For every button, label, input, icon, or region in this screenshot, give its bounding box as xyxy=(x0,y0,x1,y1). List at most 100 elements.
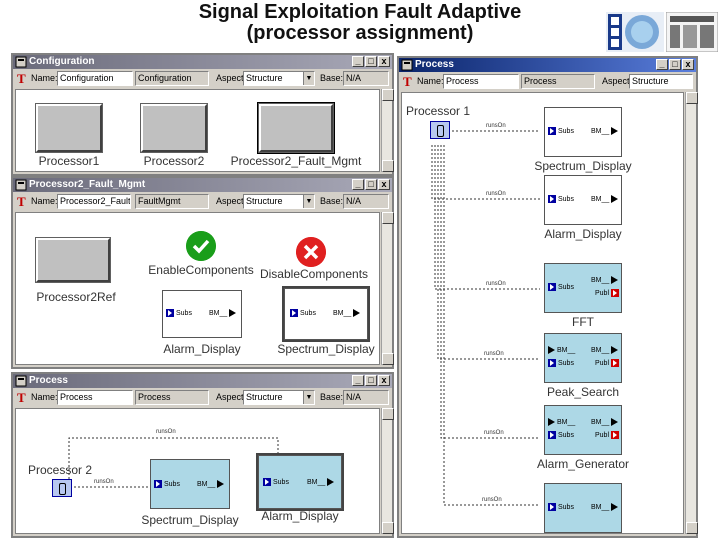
bm-port[interactable]: BM__ xyxy=(333,309,361,317)
bm-port[interactable]: BM__ xyxy=(591,276,619,284)
subs-port[interactable]: Subs xyxy=(548,195,574,203)
chevron-down-icon[interactable]: ▼ xyxy=(303,391,314,404)
vertical-scrollbar[interactable] xyxy=(685,92,698,534)
aspect-select[interactable]: Structure xyxy=(629,74,693,89)
alarm-display-component[interactable]: Subs BM__ xyxy=(256,453,344,511)
close-button[interactable]: x xyxy=(378,179,390,190)
base-field: N/A xyxy=(343,194,389,209)
bm-port[interactable]: BM__ xyxy=(591,346,619,354)
close-button[interactable]: x xyxy=(378,375,390,386)
output-port-icon xyxy=(611,276,619,284)
subs-port[interactable]: Subs xyxy=(154,480,180,488)
bm-in-port[interactable]: BM__ xyxy=(548,418,575,426)
processor-icon[interactable] xyxy=(52,479,72,497)
aspect-value: Structure xyxy=(246,73,283,83)
restore-button[interactable]: □ xyxy=(365,375,377,386)
minimize-button[interactable]: _ xyxy=(352,375,364,386)
spectrum-display-component[interactable]: Subs BM__ xyxy=(544,107,622,157)
bm-in-port[interactable]: BM__ xyxy=(548,346,575,354)
subs-port[interactable]: Subs xyxy=(290,309,316,317)
port-label: Subs xyxy=(558,283,574,291)
aspect-select[interactable]: Structure ▼ xyxy=(243,194,315,209)
name-field[interactable]: Processor2_Fault_ xyxy=(57,194,131,209)
bm-port[interactable]: BM__ xyxy=(591,418,619,426)
model-canvas[interactable]: Processor1 Processor2 Processor2_Fault_M… xyxy=(15,89,380,172)
bm-port[interactable]: BM__ xyxy=(209,309,237,317)
subs-port[interactable]: Subs xyxy=(263,478,289,486)
process-large-titlebar[interactable]: Process _ □ x xyxy=(399,58,696,72)
port-label: Publ xyxy=(595,289,610,297)
close-button[interactable]: x xyxy=(378,56,390,67)
base-label: Base: xyxy=(320,73,344,83)
alarm-display-component[interactable]: Subs BM__ xyxy=(544,175,622,225)
vertical-scrollbar[interactable] xyxy=(381,89,394,172)
restore-button[interactable]: □ xyxy=(365,56,377,67)
chevron-down-icon[interactable]: ▼ xyxy=(303,195,314,208)
port-label: BM__ xyxy=(557,346,576,354)
model-canvas[interactable]: runsOn runsOn Processor 2 Subs BM__ Spec… xyxy=(15,408,380,534)
alarm-generator-component[interactable]: BM__ Subs BM__ Publ xyxy=(544,405,622,455)
fft-component[interactable]: Subs BM__ Publ xyxy=(544,263,622,313)
bm-port[interactable]: BM__ xyxy=(591,195,619,203)
processor-icon[interactable] xyxy=(430,121,450,139)
close-button[interactable]: x xyxy=(682,59,694,70)
input-port-icon xyxy=(548,359,556,367)
name-field[interactable]: Configuration xyxy=(57,71,133,86)
port-label: Publ xyxy=(595,359,610,367)
subs-port[interactable]: Subs xyxy=(166,309,192,317)
port-label: Subs xyxy=(164,480,180,488)
spectrum-display-component[interactable]: Subs BM__ xyxy=(150,459,230,509)
disable-components-label: DisableComponents xyxy=(259,267,369,281)
publ-port[interactable]: Publ xyxy=(595,289,620,297)
process-small-titlebar[interactable]: Process _ □ x xyxy=(13,374,392,388)
processor2-box[interactable] xyxy=(140,103,208,153)
cross-icon[interactable] xyxy=(296,237,326,267)
subs-port[interactable]: Subs xyxy=(548,283,574,291)
model-canvas[interactable]: Processor 1 runsOn runsOn runsOn runsOn … xyxy=(401,92,684,534)
name-field[interactable]: Process xyxy=(57,390,133,405)
publish-port-icon xyxy=(611,431,620,439)
process-window-small: Process _ □ x T Name: Process Process As… xyxy=(11,372,394,538)
fault-mgmt-titlebar[interactable]: Processor2_Fault_Mgmt _ □ x xyxy=(13,178,392,192)
window-title: Processor2_Fault_Mgmt xyxy=(29,179,146,190)
check-icon[interactable] xyxy=(186,231,216,261)
minimize-button[interactable]: _ xyxy=(352,179,364,190)
minimize-button[interactable]: _ xyxy=(352,56,364,67)
subs-port[interactable]: Subs xyxy=(548,503,574,511)
subs-port[interactable]: Subs xyxy=(548,431,574,439)
runson-wire-label: runsOn xyxy=(94,479,114,485)
output-port-icon xyxy=(229,309,237,317)
port-label: Subs xyxy=(558,127,574,135)
port-label: BM__ xyxy=(591,276,610,284)
model-canvas[interactable]: Processor2Ref EnableComponents DisableCo… xyxy=(15,212,380,365)
bm-port[interactable]: BM__ xyxy=(197,480,225,488)
bottom-component[interactable]: Subs BM__ xyxy=(544,483,622,533)
processor2ref-box[interactable] xyxy=(35,237,111,283)
restore-button[interactable]: □ xyxy=(669,59,681,70)
name-field[interactable]: Process xyxy=(443,74,519,89)
input-port-icon xyxy=(548,127,556,135)
minimize-button[interactable]: _ xyxy=(656,59,668,70)
window-title: Process xyxy=(29,375,68,386)
vertical-scrollbar[interactable] xyxy=(381,212,394,365)
aspect-select[interactable]: Structure ▼ xyxy=(243,71,315,86)
aspect-select[interactable]: Structure ▼ xyxy=(243,390,315,405)
alarm-display-component[interactable]: Subs BM__ xyxy=(162,290,242,338)
bm-port[interactable]: BM__ xyxy=(307,478,335,486)
publ-port[interactable]: Publ xyxy=(595,359,620,367)
chevron-down-icon[interactable]: ▼ xyxy=(303,72,314,85)
publ-port[interactable]: Publ xyxy=(595,431,620,439)
subs-port[interactable]: Subs xyxy=(548,127,574,135)
restore-button[interactable]: □ xyxy=(365,179,377,190)
port-label: Subs xyxy=(300,309,316,317)
bm-port[interactable]: BM__ xyxy=(591,503,619,511)
bm-port[interactable]: BM__ xyxy=(591,127,619,135)
input-port-icon xyxy=(548,431,556,439)
processor1-box[interactable] xyxy=(35,103,103,153)
spectrum-display-component[interactable]: Subs BM__ xyxy=(282,286,370,342)
subs-port[interactable]: Subs xyxy=(548,359,574,367)
vertical-scrollbar[interactable] xyxy=(381,408,394,534)
processor2-fault-mgmt-box[interactable] xyxy=(257,102,335,154)
configuration-titlebar[interactable]: Configuration _ □ x xyxy=(13,55,392,69)
peak-search-component[interactable]: BM__ Subs BM__ Publ xyxy=(544,333,622,383)
